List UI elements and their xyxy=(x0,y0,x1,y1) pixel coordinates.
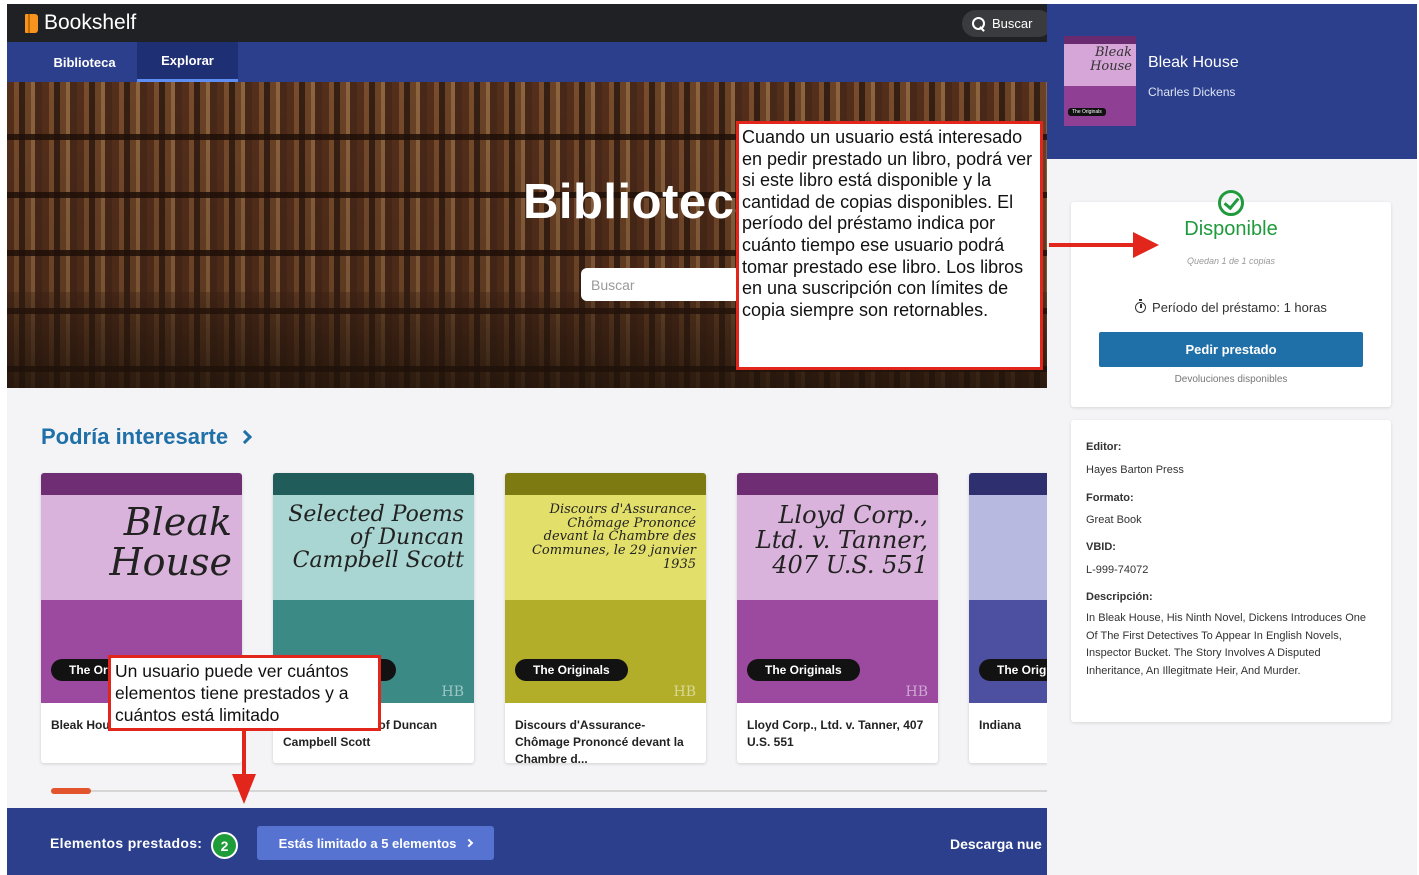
format-value: Great Book xyxy=(1086,514,1142,526)
section-title: Podría interesarte xyxy=(41,424,229,449)
annotation-arrow-line xyxy=(1049,243,1139,247)
brand-logo[interactable]: Bookshelf xyxy=(25,9,136,37)
recommendations-section: Podría interesarte Bleak House The Origin… xyxy=(7,388,1047,808)
arrow-down-icon xyxy=(232,774,256,804)
limit-label: Estás limitado a 5 elementos xyxy=(278,835,457,851)
book-title[interactable]: Indiana xyxy=(979,717,1047,734)
top-bar: Bookshelf Buscar xyxy=(7,4,1047,42)
brand-name: Bookshelf xyxy=(44,11,137,34)
book-title[interactable]: Lloyd Corp., Ltd. v. Tanner, 407 U.S. 55… xyxy=(747,717,930,751)
borrowed-label: Elementos prestados: xyxy=(50,835,203,851)
detail-header: Bleak House The Originals Bleak House Ch… xyxy=(1047,4,1417,159)
thumb-band-low xyxy=(1064,86,1136,126)
borrowed-annotation: Un usuario puede ver cuántos elementos t… xyxy=(108,655,381,731)
publisher-mark: HB xyxy=(673,684,697,700)
bookmark-icon xyxy=(25,13,38,33)
cover-band xyxy=(969,473,1047,495)
detail-title: Bleak House xyxy=(1148,54,1239,71)
thumb-band-top xyxy=(1064,36,1136,44)
section-title-link[interactable]: Podría interesarte xyxy=(41,424,253,450)
cover-band xyxy=(969,495,1047,600)
header-search-button[interactable]: Buscar xyxy=(962,10,1047,37)
format-label: Formato: xyxy=(1086,492,1134,504)
series-badge: The Originals xyxy=(515,659,628,681)
cover-title: Bleak House xyxy=(109,500,232,584)
arrow-right-icon xyxy=(1133,232,1159,258)
borrowed-count-badge: 2 xyxy=(211,832,238,859)
timer-icon xyxy=(1135,299,1147,313)
header-search-label: Buscar xyxy=(992,16,1033,31)
cover-band xyxy=(41,473,242,495)
description-label: Descripción: xyxy=(1086,591,1153,603)
description-text: In Bleak House, His Ninth Novel, Dickens… xyxy=(1086,612,1367,677)
cover-title: Selected Poems of Duncan Campbell Scott xyxy=(288,502,464,574)
book-cover[interactable]: Lloyd Corp., Ltd. v. Tanner, 407 U.S. 55… xyxy=(737,473,938,703)
book-card[interactable]: Lloyd Corp., Ltd. v. Tanner, 407 U.S. 55… xyxy=(737,473,938,763)
book-thumbnail: Bleak House The Originals xyxy=(1064,36,1136,126)
borrow-button[interactable]: Pedir prestado xyxy=(1099,332,1363,367)
chevron-right-icon xyxy=(238,429,253,445)
cover-band xyxy=(273,473,474,495)
hero-title: Biblioteca xyxy=(523,175,763,229)
detail-author[interactable]: Charles Dickens xyxy=(1148,85,1235,99)
book-detail-panel: Bleak House The Originals Bleak House Ch… xyxy=(1047,4,1417,875)
nav-bar: Biblioteca Explorar xyxy=(7,42,1047,82)
thumb-title: Bleak House xyxy=(1090,45,1132,75)
publisher-value: Hayes Barton Press xyxy=(1086,464,1184,476)
publisher-mark: HB xyxy=(905,684,929,700)
returns-available: Devoluciones disponibles xyxy=(1174,374,1288,385)
series-badge: The Originals xyxy=(747,659,860,681)
screenshot: Bookshelf Buscar Biblioteca Explorar Bib… xyxy=(0,0,1419,875)
vbid-value: L-999-74072 xyxy=(1086,564,1149,576)
publisher-mark: HB xyxy=(441,684,465,700)
borrowed-footer: Elementos prestados: 2 Estás limitado a … xyxy=(7,808,1047,875)
cover-band xyxy=(737,473,938,495)
download-text: Descarga nue xyxy=(950,836,1042,852)
annotation-arrow-line xyxy=(242,731,246,777)
publisher-label: Editor: xyxy=(1086,441,1122,453)
availability-status: Disponible xyxy=(1184,218,1278,240)
book-cover[interactable]: Discours d'Assurance-Chômage Prononcé de… xyxy=(505,473,706,703)
cover-title: Lloyd Corp., Ltd. v. Tanner, 407 U.S. 55… xyxy=(755,501,928,580)
search-icon xyxy=(972,16,986,31)
book-card[interactable]: Discours d'Assurance-Chômage Prononcé de… xyxy=(505,473,706,763)
book-card[interactable]: The Originals Indiana xyxy=(969,473,1047,763)
cover-title: Discours d'Assurance-Chômage Prononcé de… xyxy=(531,502,696,572)
check-circle-icon xyxy=(1218,190,1244,216)
book-cover[interactable]: The Originals xyxy=(969,473,1047,703)
details-card: Editor: Hayes Barton Press Formato: Grea… xyxy=(1071,420,1391,722)
loan-period: Período del préstamo: 1 horas xyxy=(1071,299,1391,315)
copies-remaining: Quedan 1 de 1 copias xyxy=(1186,256,1276,266)
carousel-position-indicator[interactable] xyxy=(51,788,91,794)
availability-card: Disponible Quedan 1 de 1 copias Período … xyxy=(1071,190,1391,407)
cover-band xyxy=(505,473,706,495)
book-title[interactable]: Discours d'Assurance-Chômage Prononcé de… xyxy=(515,717,698,763)
tab-biblioteca[interactable]: Biblioteca xyxy=(37,42,132,82)
tab-explorar[interactable]: Explorar xyxy=(137,42,238,82)
vbid-label: VBID: xyxy=(1086,541,1116,553)
loan-period-text: Período del préstamo: 1 horas xyxy=(1152,300,1327,315)
chevron-right-icon xyxy=(465,838,474,848)
limit-button[interactable]: Estás limitado a 5 elementos xyxy=(257,826,494,860)
cover-band xyxy=(969,600,1047,703)
thumb-series: The Originals xyxy=(1068,108,1106,116)
availability-annotation: Cuando un usuario está interesado en ped… xyxy=(736,121,1043,370)
series-badge: The Originals xyxy=(979,659,1047,681)
carousel-track[interactable] xyxy=(51,790,1047,792)
